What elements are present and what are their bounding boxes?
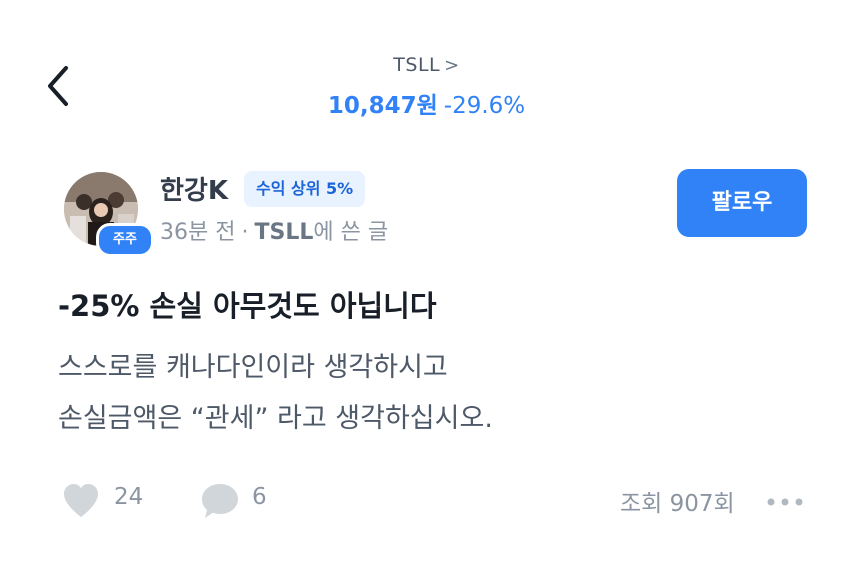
like-button[interactable] — [62, 483, 100, 519]
more-icon — [767, 498, 803, 506]
shareholder-badge: 주주 — [96, 223, 154, 257]
like-count: 24 — [114, 484, 144, 510]
post-meta: 36분 전 · TSLL에 쓴 글 — [160, 214, 388, 246]
ticker-link[interactable]: TSLL > — [0, 54, 853, 76]
ticker-symbol: TSLL — [393, 54, 441, 76]
price-change: -29.6% — [443, 93, 526, 119]
comment-count: 6 — [252, 484, 267, 510]
comment-icon — [202, 484, 238, 518]
author-name[interactable]: 한강K — [160, 170, 228, 207]
view-count: 조회 907회 — [620, 491, 735, 517]
board-link[interactable]: TSLL — [254, 220, 313, 245]
post-time: 36분 전 — [160, 220, 236, 245]
price-line: 10,847원 -29.6% — [0, 86, 853, 120]
post-body-line: 손실금액은 “관세” 라고 생각하십시오. — [58, 403, 493, 434]
follow-button[interactable]: 팔로우 — [677, 169, 807, 237]
chevron-right-icon: > — [444, 55, 460, 76]
meta-separator: · — [241, 220, 249, 245]
heart-icon — [64, 484, 98, 517]
rank-badge: 수익 상위 5% — [244, 171, 366, 207]
current-price: 10,847원 — [327, 93, 438, 119]
post-title: -25% 손실 아무것도 아닙니다 — [58, 289, 437, 323]
post-body-line: 스스로를 캐나다인이라 생각하시고 — [58, 352, 448, 383]
comment-button[interactable] — [200, 482, 240, 520]
post-body: 스스로를 캐나다인이라 생각하시고 손실금액은 “관세” 라고 생각하십시오. — [58, 342, 493, 444]
more-button[interactable] — [765, 494, 805, 510]
board-suffix: 에 쓴 글 — [313, 220, 389, 245]
